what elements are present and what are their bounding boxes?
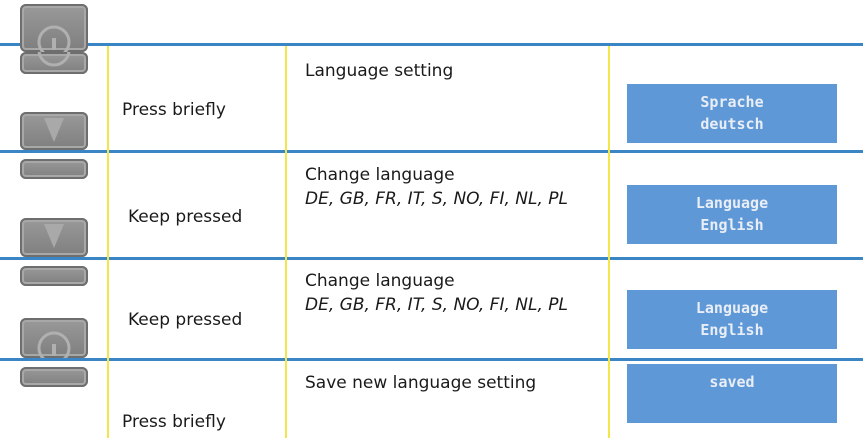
down-arrow-button-icon [20,266,88,286]
display-line: Language [695,194,769,212]
lcd-display: saved [627,364,837,423]
info-button-icon [20,52,88,74]
display-line: English [700,321,764,339]
lcd-display: Language English [627,185,837,244]
row-divider [0,150,863,153]
row-description: Change language [305,165,455,185]
display-line: Language [695,299,769,317]
lcd-display: Sprache deutsch [627,84,837,143]
row-description-detail: DE, GB, FR, IT, S, NO, FI, NL, PL [305,189,569,209]
info-button-icon [20,367,88,387]
lcd-display: Language English [627,290,837,349]
row-action-text: Press briefly [122,412,226,432]
down-arrow-button-icon [20,159,88,179]
row-action-text: Press briefly [122,100,226,120]
display-line: saved [709,373,755,391]
display-line: English [700,216,764,234]
info-button-icon [20,4,88,52]
column-divider [107,46,109,438]
row-description: Change language [305,271,455,291]
row-action-text: Keep pressed [128,207,243,227]
info-button-icon [20,318,88,358]
column-divider [608,46,610,438]
display-line: Sprache [700,93,764,111]
down-arrow-button-icon [20,112,88,150]
row-divider [0,257,863,260]
row-divider [0,43,863,46]
row-description: Save new language setting [305,373,537,393]
row-action-text: Keep pressed [128,310,243,330]
display-line: deutsch [700,115,764,133]
column-divider [285,46,287,438]
row-description-detail: DE, GB, FR, IT, S, NO, FI, NL, PL [305,295,569,315]
row-divider [0,358,863,361]
row-description: Language setting [305,61,454,81]
down-arrow-button-icon [20,218,88,257]
